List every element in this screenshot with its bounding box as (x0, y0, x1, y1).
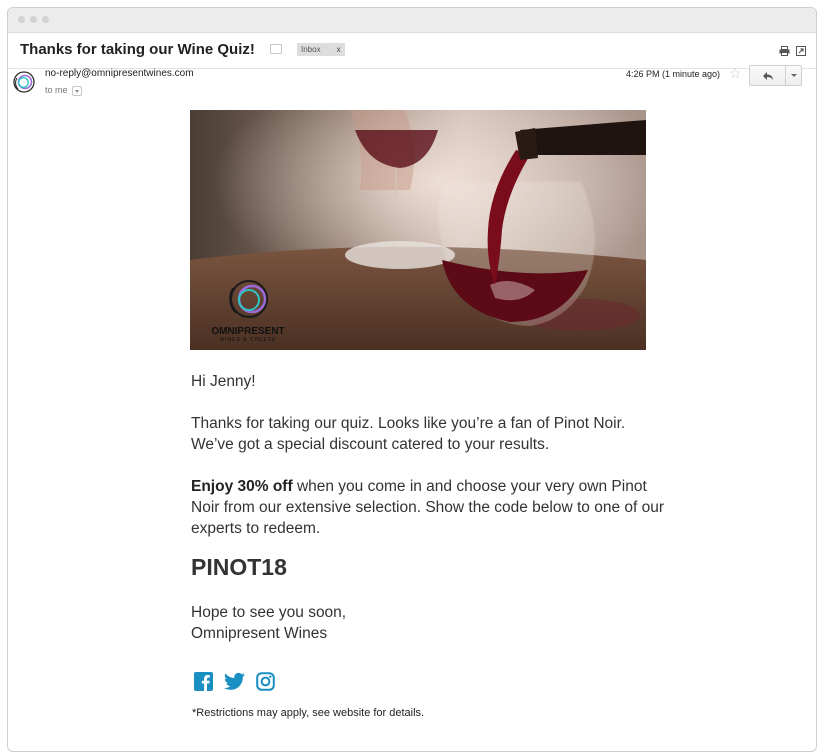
hero-image: OMNIPRESENT WINES & CHEESE (190, 110, 646, 350)
signoff-signature: Omnipresent Wines (191, 625, 328, 642)
offer-highlight: Enjoy 30% off (191, 478, 293, 495)
instagram-icon[interactable] (256, 672, 275, 691)
signoff: Hope to see you soon, Omnipresent Wines (191, 602, 346, 644)
disclaimer: *Restrictions may apply, see website for… (192, 707, 425, 719)
logo-tagline: WINES & CHEESE (219, 337, 276, 343)
recipient-details-dropdown-icon[interactable] (72, 85, 83, 96)
label-tag-icon[interactable] (270, 44, 282, 54)
more-actions-button[interactable] (785, 65, 802, 86)
facebook-icon[interactable] (194, 672, 213, 691)
subject-bar: Thanks for taking our Wine Quiz! Inbox x (8, 32, 816, 69)
sender-avatar (13, 71, 35, 93)
email-subject: Thanks for taking our Wine Quiz! (20, 41, 255, 58)
window-titlebar (8, 8, 816, 33)
quiz-result-paragraph: Thanks for taking our quiz. Looks like y… (191, 415, 626, 453)
window-close-dot[interactable] (18, 16, 25, 23)
twitter-icon[interactable] (224, 672, 245, 691)
star-icon[interactable]: ☆ (729, 66, 742, 80)
inbox-label-text: Inbox (301, 45, 321, 54)
greeting: Hi Jenny! (191, 373, 256, 390)
reply-icon (763, 72, 773, 80)
reply-button[interactable] (749, 65, 785, 86)
inbox-label-badge[interactable]: Inbox x (297, 43, 345, 56)
sender-email[interactable]: no-reply@omnipresentwines.com (45, 68, 194, 79)
recipient-text: to me (45, 85, 68, 95)
logo-brand-name: OMNIPRESENT (211, 326, 284, 337)
remove-label-button[interactable]: x (337, 45, 341, 54)
offer-paragraph: Enjoy 30% off when you come in and choos… (191, 476, 671, 539)
window-maximize-dot[interactable] (42, 16, 49, 23)
print-icon[interactable] (779, 46, 790, 56)
window-minimize-dot[interactable] (30, 16, 37, 23)
open-new-window-icon[interactable] (796, 46, 806, 56)
recipient-line[interactable]: to me (45, 85, 83, 96)
email-timestamp: 4:26 PM (1 minute ago) (626, 69, 721, 79)
signoff-line: Hope to see you soon, (191, 604, 347, 621)
promo-code: PINOT18 (191, 554, 287, 580)
